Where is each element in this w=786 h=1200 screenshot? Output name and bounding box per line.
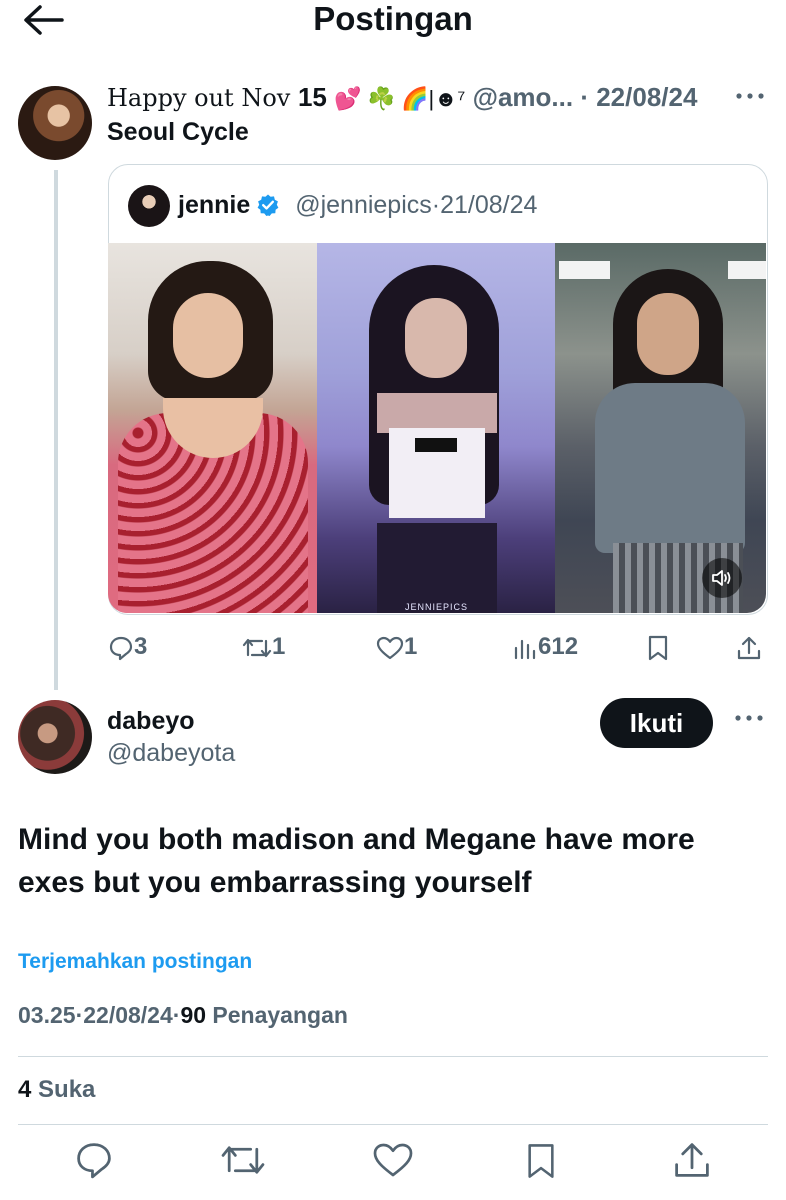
post-text: Mind you both madison and Megane have mo…	[18, 823, 695, 899]
media-image-1[interactable]	[108, 243, 317, 613]
like-button[interactable]: 1	[376, 632, 417, 662]
bookmark-button[interactable]	[646, 632, 670, 662]
more-icon	[735, 715, 763, 721]
divider	[18, 1124, 768, 1125]
sound-icon	[712, 570, 731, 586]
post-text: Seoul Cycle	[107, 118, 249, 146]
more-button[interactable]	[734, 86, 766, 111]
reply-icon	[77, 1143, 111, 1179]
separator: ·	[431, 191, 441, 219]
quoted-author-handle: @jenniepics	[295, 191, 432, 219]
post-time[interactable]: 03.25	[18, 1002, 76, 1028]
bookmark-icon	[528, 1144, 554, 1178]
quoted-post-date: 21/08/24	[440, 191, 538, 219]
likes-summary[interactable]: 4 Suka	[18, 1076, 95, 1104]
avatar[interactable]	[18, 700, 92, 774]
repost-icon	[221, 1146, 265, 1174]
reply-button[interactable]: 3	[108, 632, 147, 662]
reply-button[interactable]	[74, 1140, 114, 1185]
separator: ·	[580, 82, 589, 112]
media-image-3[interactable]	[555, 243, 766, 613]
avatar	[128, 185, 170, 227]
author-handle[interactable]: @dabeyota	[107, 739, 235, 768]
bookmark-button[interactable]	[524, 1140, 558, 1187]
more-button[interactable]	[733, 708, 765, 733]
share-button[interactable]	[736, 632, 762, 662]
share-icon	[737, 636, 761, 659]
quoted-author-name: jennie	[178, 191, 251, 219]
follow-button[interactable]: Ikuti	[600, 698, 713, 748]
repost-count: 1	[272, 633, 286, 660]
image-watermark: JENNIEPICS	[405, 602, 469, 612]
share-button[interactable]	[672, 1140, 712, 1185]
avatar[interactable]	[18, 86, 92, 160]
views-label: Penayangan	[206, 1002, 348, 1028]
thread-connector	[54, 170, 58, 690]
author-name-emoji: 💕 ☘️ 🌈|☻⁷	[334, 86, 466, 111]
views-count: 90	[180, 1002, 207, 1028]
author-handle[interactable]: @amo...	[473, 82, 573, 112]
sound-toggle[interactable]	[702, 558, 742, 598]
like-count: 1	[404, 633, 418, 660]
translate-link[interactable]: Terjemahkan postingan	[18, 950, 252, 974]
post-date[interactable]: 22/08/24	[596, 82, 697, 112]
like-icon	[376, 636, 404, 659]
author-name-number[interactable]: 15	[298, 82, 327, 112]
more-icon	[736, 93, 764, 99]
page-title: Postingan	[313, 0, 473, 37]
author-name-prefix[interactable]: Happy out Nov	[107, 84, 298, 112]
reply-count: 3	[134, 633, 148, 660]
views-button[interactable]: 612	[512, 632, 578, 662]
likes-count: 4	[18, 1076, 32, 1103]
repost-icon	[242, 638, 272, 657]
quoted-post-header: jennie @jenniepics·21/08/24	[178, 190, 537, 220]
parent-post-header: Happy out Nov 15 💕 ☘️ 🌈|☻⁷ @amo... · 22/…	[107, 82, 697, 114]
divider	[18, 1056, 768, 1057]
media-image-2[interactable]	[317, 243, 555, 613]
views-icon	[514, 639, 536, 659]
author-name[interactable]: dabeyo	[107, 707, 195, 736]
post-date[interactable]: 22/08/24	[83, 1002, 173, 1028]
repost-button[interactable]	[220, 1140, 266, 1185]
like-button[interactable]	[372, 1140, 414, 1185]
repost-button[interactable]: 1	[242, 632, 285, 662]
reply-icon	[109, 636, 133, 660]
verified-icon	[257, 194, 279, 216]
likes-label: Suka	[31, 1076, 96, 1103]
like-icon	[373, 1143, 413, 1177]
bookmark-icon	[648, 635, 668, 660]
views-count: 612	[538, 633, 579, 660]
post-meta: 03.25·22/08/24·90 Penayangan	[18, 1002, 348, 1029]
share-icon	[675, 1143, 709, 1177]
